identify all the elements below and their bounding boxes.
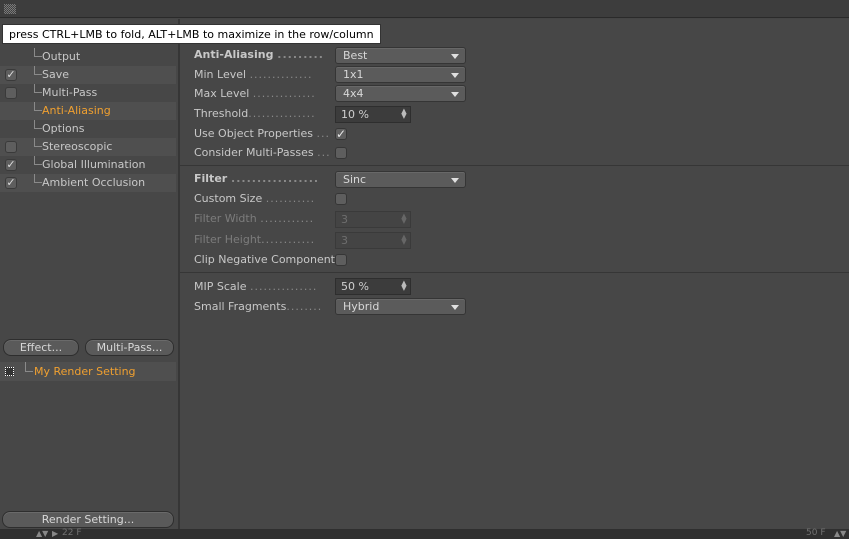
chevron-down-icon: [451, 73, 459, 78]
settings-panel: Anti-Aliasing ......... Best Min Level .…: [180, 19, 849, 529]
chevron-down-icon: [451, 305, 459, 310]
clip-negative-label: Clip Negative Component: [194, 253, 335, 266]
checkmark-icon[interactable]: ✓: [5, 159, 17, 171]
checkbox-icon[interactable]: [5, 87, 17, 99]
small-fragments-label: Small Fragments........: [194, 300, 323, 313]
clip-negative-checkbox[interactable]: [335, 254, 347, 266]
render-setting-label: My Render Setting: [34, 365, 136, 378]
sidebar-item-label: Output: [42, 50, 81, 63]
filter-width-input: 3 ▲ ▼: [335, 211, 411, 228]
sidebar-item-ambient-occlusion[interactable]: ✓ Ambient Occlusion: [0, 174, 176, 192]
sidebar-item-label: Anti-Aliasing: [42, 104, 111, 117]
window-topbar: [0, 0, 849, 18]
sidebar-item-anti-aliasing[interactable]: Anti-Aliasing: [0, 102, 176, 120]
effect-button[interactable]: Effect...: [3, 339, 79, 356]
min-level-label: Min Level ..............: [194, 68, 313, 81]
filter-width-label: Filter Width ............: [194, 212, 315, 225]
max-level-label: Max Level ..............: [194, 87, 316, 100]
max-level-dropdown[interactable]: 4x4: [335, 85, 466, 102]
use-object-properties-checkbox[interactable]: ✓: [335, 128, 347, 140]
timeline-end: 50 F: [806, 528, 826, 538]
anti-aliasing-label: Anti-Aliasing .........: [194, 48, 324, 61]
custom-size-checkbox[interactable]: [335, 193, 347, 205]
multi-pass-button[interactable]: Multi-Pass...: [85, 339, 174, 356]
chevron-down-icon: [451, 92, 459, 97]
sidebar-item-label: Ambient Occlusion: [42, 176, 146, 189]
spinner-arrows-icon[interactable]: ▲▼: [401, 280, 407, 292]
mip-scale-input[interactable]: 50 % ▲ ▼: [335, 278, 411, 295]
sidebar-item-global-illumination[interactable]: ✓ Global Illumination: [0, 156, 176, 174]
spinner-arrows-icon: ▲ ▼: [401, 233, 407, 246]
use-object-properties-label: Use Object Properties ...: [194, 127, 330, 140]
sidebar-item-options[interactable]: Options: [0, 120, 176, 138]
spinner-arrows-icon[interactable]: ▲▼: [36, 529, 48, 538]
anti-aliasing-dropdown[interactable]: Best: [335, 47, 466, 64]
timeline-bar[interactable]: ▲▼ ▶ 22 F 50 F ▲▼: [0, 528, 849, 539]
chevron-down-icon: [451, 178, 459, 183]
timeline-start: 22 F: [62, 528, 82, 538]
render-setting-button[interactable]: Render Setting...: [2, 511, 174, 528]
sidebar-item-label: Multi-Pass: [42, 86, 98, 99]
threshold-label: Threshold...............: [194, 107, 316, 120]
panel-grip-icon[interactable]: [4, 4, 16, 14]
sidebar-item-label: Save: [42, 68, 70, 81]
checkbox-icon[interactable]: [5, 141, 17, 153]
filter-dropdown[interactable]: Sinc: [335, 171, 466, 188]
render-setting-icon: [5, 367, 14, 376]
render-settings-sidebar: Output ✓ Save Multi-Pass Anti-Aliasing O…: [0, 19, 178, 529]
sidebar-item-label: Stereoscopic: [42, 140, 113, 153]
filter-height-input: 3 ▲ ▼: [335, 232, 411, 249]
spinner-arrows-icon: ▲ ▼: [401, 212, 407, 225]
filter-label: Filter .................: [194, 172, 320, 185]
filter-height-label: Filter Height............: [194, 233, 316, 246]
min-level-dropdown[interactable]: 1x1: [335, 66, 466, 83]
custom-size-label: Custom Size ...........: [194, 192, 316, 205]
mip-scale-label: MIP Scale ...............: [194, 280, 318, 293]
tooltip: press CTRL+LMB to fold, ALT+LMB to maxim…: [2, 24, 381, 44]
render-setting-item[interactable]: My Render Setting: [0, 362, 176, 381]
sidebar-item-stereoscopic[interactable]: Stereoscopic: [0, 138, 176, 156]
sidebar-item-multi-pass[interactable]: Multi-Pass: [0, 84, 176, 102]
threshold-input[interactable]: 10 % ▲ ▼: [335, 106, 411, 123]
sidebar-item-label: Options: [42, 122, 85, 135]
sidebar-item-label: Global Illumination: [42, 158, 146, 171]
checkmark-icon[interactable]: ✓: [5, 69, 17, 81]
checkmark-icon[interactable]: ✓: [5, 177, 17, 189]
play-icon[interactable]: ▶: [52, 529, 58, 538]
spinner-arrows-icon[interactable]: ▲▼: [834, 529, 846, 538]
small-fragments-dropdown[interactable]: Hybrid: [335, 298, 466, 315]
chevron-down-icon: [451, 54, 459, 59]
sidebar-item-output[interactable]: Output: [0, 48, 176, 66]
consider-multi-passes-label: Consider Multi-Passes ...: [194, 146, 331, 159]
spinner-arrows-icon[interactable]: ▲▼: [401, 108, 407, 120]
section-divider: [180, 272, 849, 273]
consider-multi-passes-checkbox[interactable]: [335, 147, 347, 159]
section-divider: [180, 165, 849, 166]
sidebar-item-save[interactable]: ✓ Save: [0, 66, 176, 84]
